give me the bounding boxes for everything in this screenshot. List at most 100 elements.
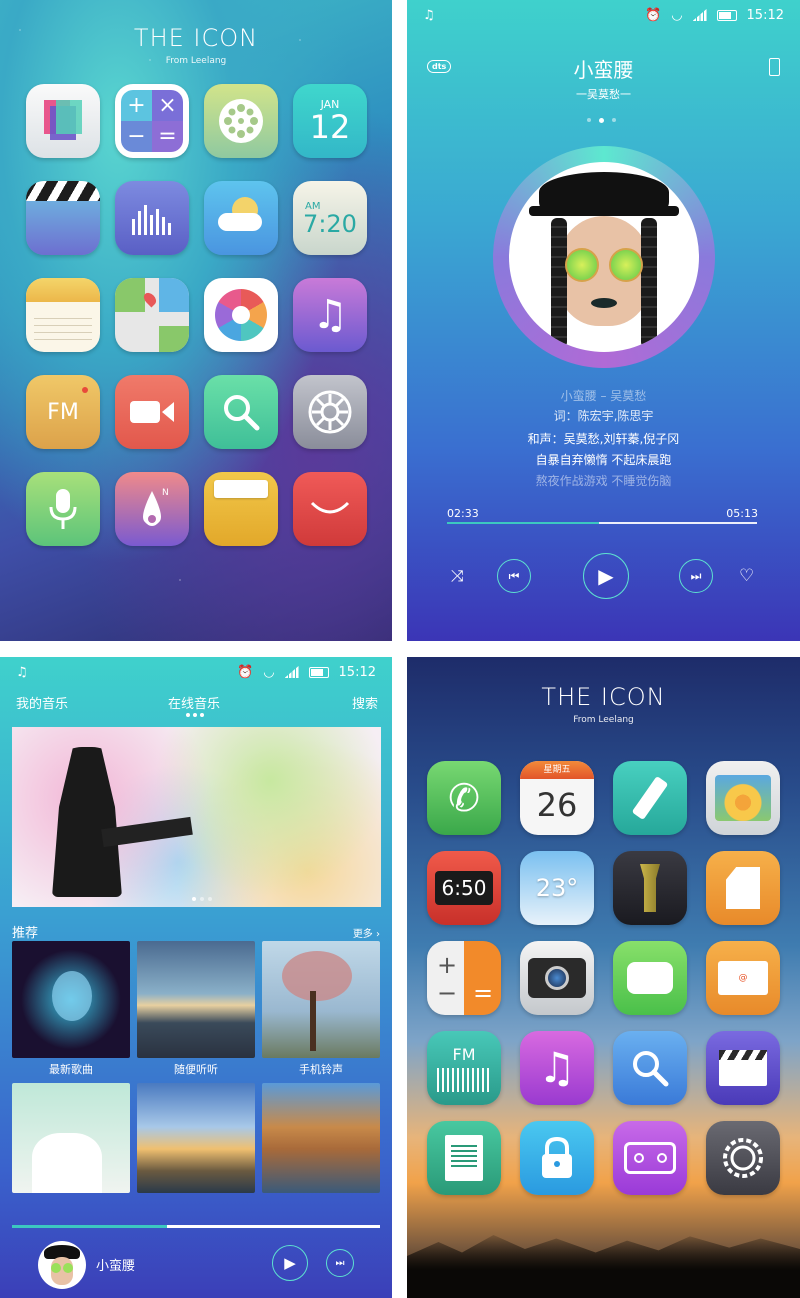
more-link[interactable]: 更多 › [353,925,380,940]
lock-icon[interactable] [520,1121,594,1195]
photos-icon[interactable] [706,761,780,835]
album-thumb[interactable] [137,941,255,1058]
calculator-icon[interactable]: + × − = [115,84,189,158]
sd-card-icon[interactable] [706,851,780,925]
previous-icon: ⏮ [508,568,520,583]
signal-icon [692,9,707,21]
store-bag-icon[interactable] [293,472,367,546]
play-button[interactable]: ▶ [583,553,629,599]
home-screen-sunset: THE ICON From Leelang ✆ 星期五 26 6:50 23° … [407,657,800,1298]
album-thumb[interactable] [262,941,380,1058]
featured-banner[interactable] [12,727,381,907]
now-playing-title: 小蛮腰 [96,1259,136,1274]
video-clapper-icon[interactable] [706,1031,780,1105]
shuffle-icon[interactable]: ⤨ [451,566,464,586]
album-art-ring [493,146,715,368]
folder-icon[interactable] [204,472,278,546]
heart-icon[interactable]: ♡ [739,566,754,586]
settings-gear-icon[interactable] [293,375,367,449]
music-player-screen: ♫ ⏰ ◡ 15:12 dts 小蛮腰 一吴莫愁一 小蛮腰 – 吴莫愁 词：陈宏… [407,0,800,641]
album-art[interactable] [509,162,699,352]
calculator-icon[interactable]: + − = [427,941,501,1015]
flashlight-icon[interactable] [613,761,687,835]
mini-progress-fill [12,1225,167,1228]
video-camera-icon[interactable] [115,375,189,449]
lyric-line: 熬夜作战游戏 不睡觉伤脑 [535,474,672,488]
home-screen-blue: THE ICON From Leelang + × − = JAN 12 AM … [0,0,392,641]
brand-title: THE ICON [541,683,666,711]
music-note-icon[interactable]: ♫ [520,1031,594,1105]
brand-header: THE ICON From Leelang [407,683,800,725]
notes-icon[interactable] [427,1121,501,1195]
maps-icon[interactable] [115,278,189,352]
next-icon: ⏭ [690,568,702,583]
music-note-icon[interactable]: ♫ [293,278,367,352]
mail-icon[interactable]: @ [706,941,780,1015]
clock-time: 7:20 [303,209,357,238]
search-icon[interactable] [613,1031,687,1105]
clock-icon[interactable]: 6:50 [427,851,501,925]
album-caption: 最新歌曲 [49,1063,93,1076]
clock-time: 6:50 [435,871,493,905]
next-icon: ⏭ [335,1257,345,1269]
camera-icon[interactable] [520,941,594,1015]
tab-my-music[interactable]: 我的音乐 [16,693,68,712]
svg-text:N: N [162,488,169,498]
brand-title: THE ICON [133,24,259,52]
fm-label: FM [452,1044,476,1064]
album-thumb[interactable] [137,1083,255,1193]
calendar-day: 26 [536,786,578,824]
search-icon[interactable] [204,375,278,449]
tab-indicator [186,713,204,717]
fm-radio-icon[interactable]: FM [26,375,100,449]
weather-icon[interactable]: 23° [520,851,594,925]
fm-radio-icon[interactable]: FM [427,1031,501,1105]
tab-online-music[interactable]: 在线音乐 [168,693,220,712]
notes-icon[interactable] [26,278,100,352]
phone-icon[interactable]: ✆ [427,761,501,835]
status-time: 15:12 [746,7,784,23]
settings-gear-icon[interactable] [706,1121,780,1195]
microphone-icon[interactable] [26,472,100,546]
mini-play-button[interactable]: ▶ [272,1245,308,1281]
compass-icon[interactable]: N [115,472,189,546]
torch-icon[interactable] [613,851,687,925]
alarm-icon: ⏰ [645,7,662,23]
music-note-status-icon: ♫ [423,7,435,23]
fm-label: FM [47,399,79,425]
brand-header: THE ICON From Leelang [0,24,392,66]
tape-recorder-icon[interactable] [613,1121,687,1195]
messages-icon[interactable] [613,941,687,1015]
tab-search[interactable]: 搜索 [352,693,378,712]
mini-next-button[interactable]: ⏭ [326,1249,354,1277]
treeline-silhouette [407,1235,800,1298]
layers-icon[interactable] [26,84,100,158]
album-thumb[interactable] [12,1083,130,1193]
alarm-icon: ⏰ [237,664,254,680]
brand-subtitle: From Leelang [573,715,634,725]
progress-bar[interactable] [447,522,757,524]
calendar-icon[interactable]: 星期五 26 [520,761,594,835]
weather-icon[interactable] [204,181,278,255]
clapper-icon[interactable] [26,181,100,255]
previous-button[interactable]: ⏮ [497,559,531,593]
clock-icon[interactable]: AM 7:20 [293,181,367,255]
lyric-line-current: 自暴自弃懒惰 不起床晨跑 [535,453,672,467]
calendar-weekday: 星期五 [520,761,594,779]
album-thumb[interactable] [262,1083,380,1193]
equalizer-icon[interactable] [115,181,189,255]
page-dots [587,118,616,123]
wifi-icon: ◡ [263,664,275,680]
mini-progress-bar[interactable] [12,1225,380,1228]
film-reel-icon[interactable] [204,84,278,158]
album-thumb[interactable] [12,941,130,1058]
camera-aperture-icon[interactable] [204,278,278,352]
lyric-line: 词：陈宏宇,陈思宇 [553,409,654,423]
calendar-icon[interactable]: JAN 12 [293,84,367,158]
progress-fill [447,522,599,524]
next-button[interactable]: ⏭ [679,559,713,593]
avatar[interactable] [38,1241,86,1289]
play-icon: ▶ [284,1254,296,1272]
section-title: 推荐 [12,926,39,941]
brand-subtitle: From Leelang [165,56,227,66]
